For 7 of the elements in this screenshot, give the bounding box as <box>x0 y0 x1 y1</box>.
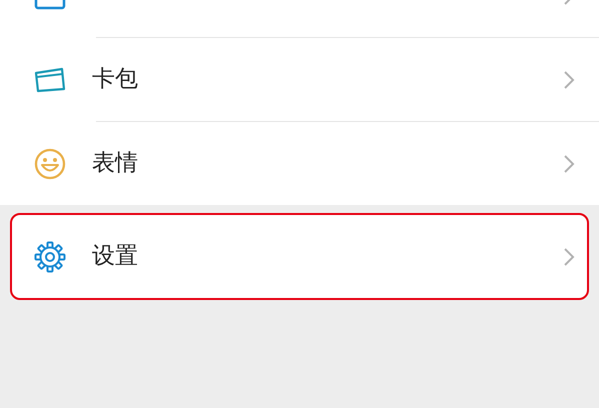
settings-icon <box>34 240 66 272</box>
menu-item-label: 卡包 <box>92 65 138 94</box>
smiley-icon <box>34 148 66 180</box>
menu-item-label: 设置 <box>92 242 138 272</box>
menu-item[interactable]: 设置 <box>10 213 589 300</box>
menu-item-label: 表情 <box>92 149 138 178</box>
card-icon <box>34 66 66 92</box>
